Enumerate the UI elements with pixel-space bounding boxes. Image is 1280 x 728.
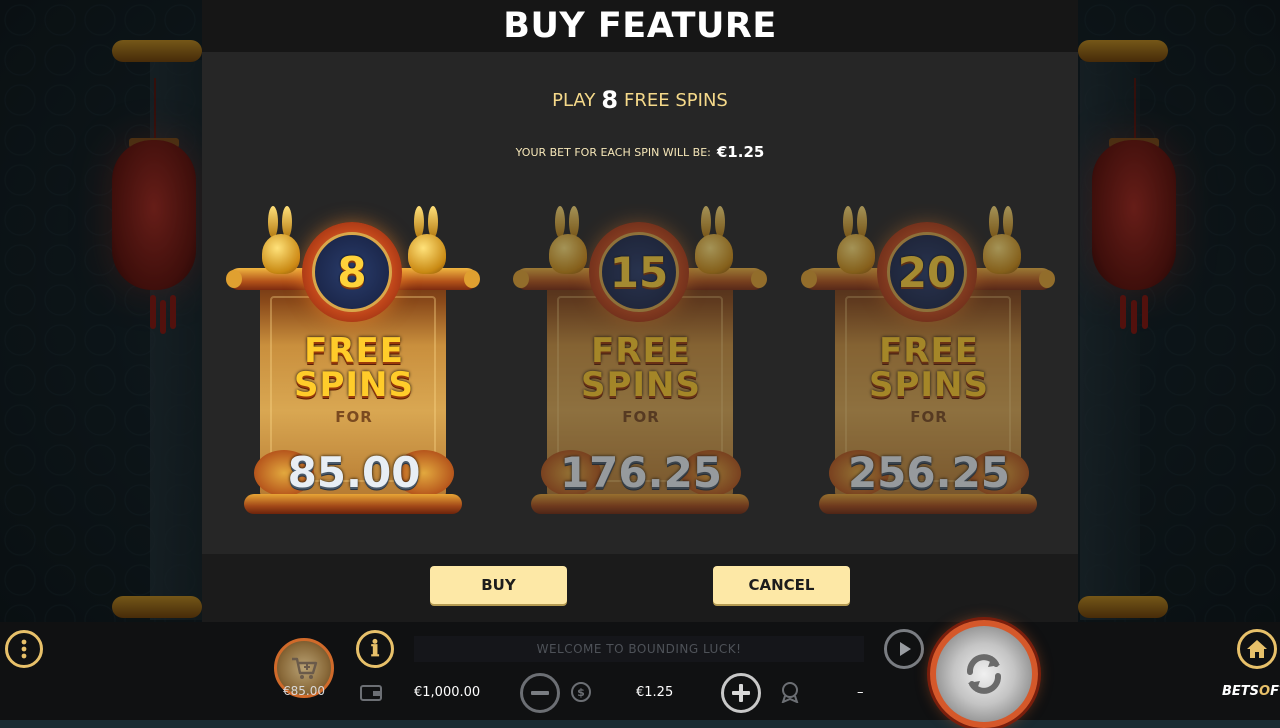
modal-title: BUY FEATURE — [503, 6, 777, 46]
plus-icon — [732, 684, 750, 702]
cancel-button[interactable]: CANCEL — [713, 566, 850, 604]
card-rod-bottom — [244, 494, 462, 514]
card-for-label: FOR — [910, 408, 948, 426]
card-rod-end — [464, 270, 480, 288]
rabbit-statue-icon — [545, 206, 591, 276]
spins-medallion: 15 — [589, 222, 689, 322]
rabbit-statue-icon — [979, 206, 1025, 276]
buy-feature-modal: BUY FEATURE PLAY 8 FREE SPINS YOUR BET FOR… — [202, 0, 1078, 622]
buy-feature-price: €85.00 — [283, 684, 325, 698]
spins-count: 15 — [609, 247, 669, 297]
play-summary: PLAY 8 FREE SPINS — [202, 86, 1078, 114]
win-value: – — [857, 685, 864, 700]
spins-medallion: 20 — [877, 222, 977, 322]
bet-per-spin-value: €1.25 — [716, 143, 765, 161]
cart-icon — [292, 657, 318, 679]
home-icon — [1247, 640, 1267, 658]
bet-per-spin-label: YOUR BET FOR EACH SPIN WILL BE: — [515, 146, 711, 159]
play-count: 8 — [601, 86, 619, 114]
free-spins-option-8[interactable]: 8 FREE SPINS FOR 85.00 — [226, 198, 482, 528]
card-title-line2: SPINS — [869, 365, 989, 405]
bet-per-spin: YOUR BET FOR EACH SPIN WILL BE: €1.25 — [202, 143, 1078, 161]
card-title-line1: FREE — [591, 331, 691, 371]
modal-footer — [202, 554, 1078, 622]
card-rod-bottom — [819, 494, 1037, 514]
bet-value: €1.25 — [636, 685, 674, 700]
decrease-bet-button[interactable] — [520, 673, 560, 713]
info-icon: ℹ — [370, 636, 380, 662]
card-title: FREE SPINS — [226, 334, 482, 402]
welcome-message: WELCOME TO BOUNDING LUCK! — [414, 636, 864, 662]
autoplay-button[interactable] — [884, 629, 924, 669]
card-title-line1: FREE — [879, 331, 979, 371]
rabbit-statue-icon — [404, 206, 450, 276]
spins-count: 20 — [897, 247, 957, 297]
coins-icon: $ — [571, 682, 591, 702]
spin-icon — [967, 654, 1001, 694]
menu-button[interactable] — [5, 630, 43, 668]
card-title-line1: FREE — [304, 331, 404, 371]
betsoft-logo: BETSOFT — [1222, 684, 1280, 699]
info-button[interactable]: ℹ — [356, 630, 394, 668]
minus-icon — [531, 691, 549, 695]
spins-medallion: 8 — [302, 222, 402, 322]
modal-header: BUY FEATURE — [202, 0, 1078, 52]
buy-button[interactable]: BUY — [430, 566, 567, 604]
increase-bet-button[interactable] — [721, 673, 761, 713]
card-price: 256.25 — [847, 448, 1011, 497]
trophy-icon — [781, 682, 799, 703]
autoplay-icon — [900, 642, 911, 656]
card-title-line2: SPINS — [294, 365, 414, 405]
card-title: FREE SPINS — [801, 334, 1057, 402]
card-price: 176.25 — [559, 448, 723, 497]
balance-value: €1,000.00 — [414, 685, 481, 700]
card-price: 85.00 — [287, 448, 421, 497]
card-for-label: FOR — [622, 408, 660, 426]
rabbit-statue-icon — [833, 206, 879, 276]
home-button[interactable] — [1237, 629, 1277, 669]
card-rod-bottom — [531, 494, 749, 514]
card-title-line2: SPINS — [581, 365, 701, 405]
rabbit-statue-icon — [258, 206, 304, 276]
card-rod-end — [513, 270, 529, 288]
card-rod-end — [226, 270, 242, 288]
play-prefix: PLAY — [552, 90, 596, 111]
spins-count: 8 — [337, 247, 367, 297]
card-title: FREE SPINS — [513, 334, 769, 402]
svg-text:$: $ — [577, 686, 585, 699]
free-spins-option-20[interactable]: 20 FREE SPINS FOR 256.25 — [801, 198, 1057, 528]
rabbit-statue-icon — [691, 206, 737, 276]
play-suffix: FREE SPINS — [624, 90, 728, 111]
wallet-icon — [360, 685, 382, 701]
free-spins-option-15[interactable]: 15 FREE SPINS FOR 176.25 — [513, 198, 769, 528]
card-rod-end — [801, 270, 817, 288]
card-rod-end — [1039, 270, 1055, 288]
card-for-label: FOR — [335, 408, 373, 426]
spin-button[interactable] — [930, 620, 1038, 728]
menu-dots-icon — [21, 639, 27, 659]
card-rod-end — [751, 270, 767, 288]
